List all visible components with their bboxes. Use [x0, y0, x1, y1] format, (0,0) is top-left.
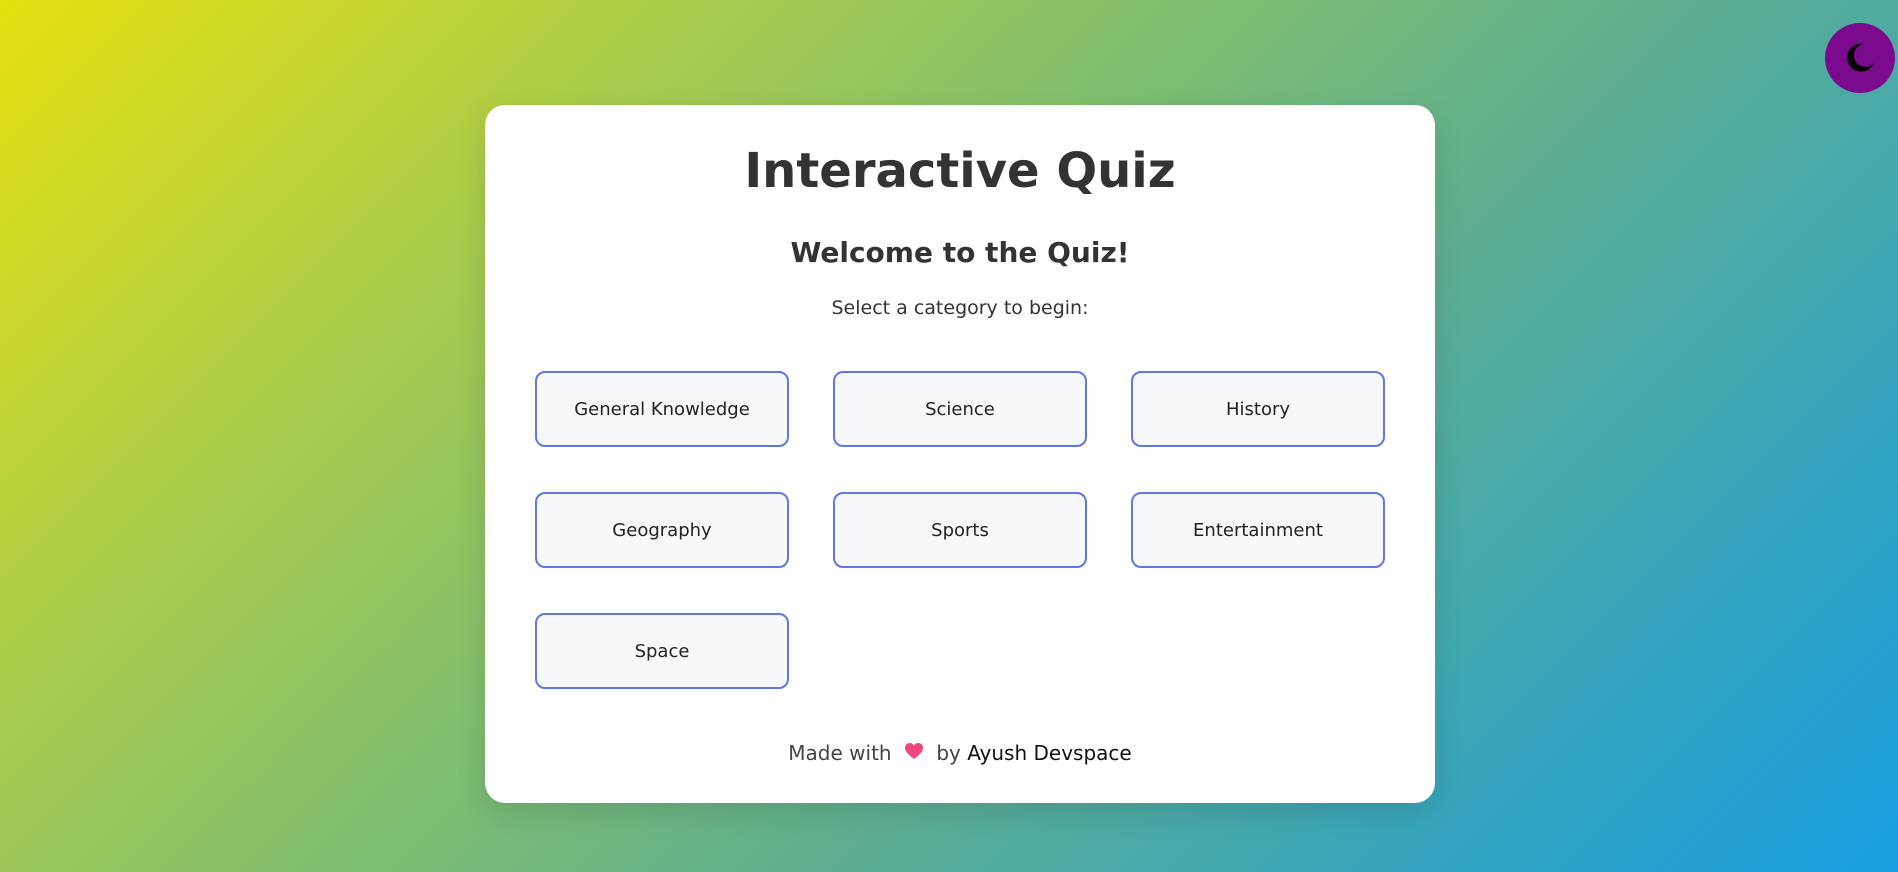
category-entertainment-button[interactable]: Entertainment	[1131, 492, 1385, 568]
moon-icon	[1843, 41, 1877, 75]
category-history-button[interactable]: History	[1131, 371, 1385, 447]
category-science-button[interactable]: Science	[833, 371, 1087, 447]
footer-made-with: Made with	[788, 741, 892, 765]
author-link[interactable]: Ayush Devspace	[967, 741, 1132, 765]
category-grid: General Knowledge Science History Geogra…	[535, 371, 1385, 689]
heart-icon	[904, 741, 924, 765]
category-prompt: Select a category to begin:	[831, 297, 1089, 319]
footer-by: by	[936, 741, 961, 765]
category-sports-button[interactable]: Sports	[833, 492, 1087, 568]
category-geography-button[interactable]: Geography	[535, 492, 789, 568]
category-general-knowledge-button[interactable]: General Knowledge	[535, 371, 789, 447]
theme-toggle-button[interactable]	[1825, 23, 1895, 93]
category-space-button[interactable]: Space	[535, 613, 789, 689]
welcome-heading: Welcome to the Quiz!	[790, 236, 1130, 269]
page-title: Interactive Quiz	[744, 143, 1176, 199]
footer: Made with by Ayush Devspace	[485, 741, 1435, 767]
quiz-card: Interactive Quiz Welcome to the Quiz! Se…	[485, 105, 1435, 803]
